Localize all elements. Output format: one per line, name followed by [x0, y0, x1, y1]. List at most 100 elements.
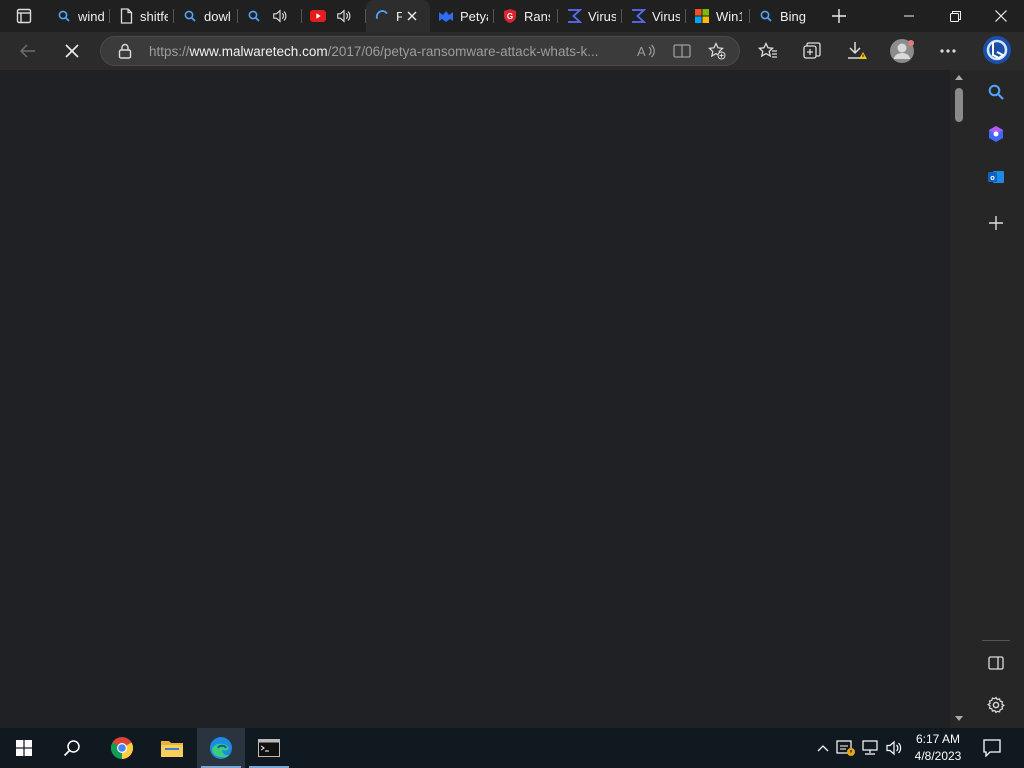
lock-icon[interactable] [118, 43, 132, 59]
tab-shitfe[interactable]: shitfe [110, 0, 174, 32]
clock-time: 6:17 AM [915, 732, 961, 746]
tab-petya[interactable]: Petya [430, 0, 494, 32]
speaker-icon[interactable] [272, 8, 288, 24]
collections-icon [803, 42, 821, 60]
svg-text:o: o [990, 173, 995, 182]
sidebar-settings-button[interactable] [980, 689, 1012, 721]
back-button[interactable] [12, 35, 44, 67]
notification-icon [983, 739, 1001, 757]
taskbar-edge[interactable] [197, 728, 245, 768]
bing-copilot-button[interactable] [980, 33, 1014, 67]
url-text[interactable]: https://www.malwaretech.com/2017/06/pety… [149, 44, 598, 59]
sigma-icon [630, 8, 646, 24]
start-button[interactable] [0, 728, 48, 768]
stop-loading-button[interactable] [56, 35, 88, 67]
tab-virus-2[interactable]: Virus [622, 0, 686, 32]
show-hidden-icons-button[interactable] [813, 738, 833, 758]
tab-label: Virus [652, 8, 680, 24]
tab-label: Virus [588, 8, 616, 24]
taskbar-file-explorer[interactable] [148, 728, 196, 768]
sigma-icon [566, 8, 582, 24]
sidebar-add-button[interactable] [980, 207, 1012, 239]
close-window-button[interactable] [978, 0, 1024, 32]
restore-icon [949, 10, 961, 22]
url-domain: www.malwaretech.com [189, 44, 328, 59]
taskbar-terminal[interactable] [245, 728, 293, 768]
scrollbar-thumb[interactable] [955, 88, 963, 122]
restore-button[interactable] [932, 0, 978, 32]
close-tab-icon[interactable] [404, 8, 420, 24]
sidebar-discover-button[interactable] [980, 118, 1012, 150]
taskbar-clock[interactable]: 6:17 AM 4/8/2023 [912, 731, 964, 765]
shield-icon: G [502, 8, 518, 24]
folder-icon [160, 738, 184, 758]
collections-button[interactable] [796, 35, 828, 67]
edge-icon [209, 736, 233, 760]
gear-icon [987, 696, 1005, 714]
plus-icon [832, 9, 846, 23]
tab-label: F [396, 8, 402, 24]
clock-date: 4/8/2023 [914, 749, 962, 763]
chrome-icon [110, 736, 134, 760]
minimize-button[interactable] [886, 0, 932, 32]
profile-button[interactable] [886, 35, 918, 67]
favorites-button[interactable] [752, 35, 784, 67]
sidebar-panel-icon [988, 656, 1004, 670]
page-content[interactable] [0, 70, 950, 728]
edge-sidebar: o [968, 70, 1024, 728]
favorites-star-icon [758, 42, 778, 60]
tab-rans[interactable]: G Rans [494, 0, 558, 32]
settings-more-button[interactable] [932, 35, 964, 67]
immersive-reader-icon[interactable] [673, 43, 691, 59]
search-icon [758, 8, 774, 24]
search-icon [182, 8, 198, 24]
copilot-icon [987, 125, 1005, 143]
tray-network[interactable] [860, 738, 880, 758]
svg-text:A: A [637, 44, 646, 59]
action-center-button[interactable] [981, 738, 1003, 758]
stop-icon [65, 44, 79, 58]
scroll-down-icon[interactable] [955, 716, 963, 722]
new-tab-button[interactable] [824, 0, 854, 32]
tab-label: dowl [204, 8, 231, 24]
tab-label: Win1 [716, 8, 742, 24]
tray-security-warning[interactable] [836, 738, 856, 758]
scroll-up-icon[interactable] [955, 74, 963, 80]
taskbar-search-button[interactable] [48, 728, 96, 768]
tab-wind[interactable]: wind [48, 0, 110, 32]
hide-sidebar-button[interactable] [980, 647, 1012, 679]
tab-bing[interactable]: Bing [750, 0, 814, 32]
add-favorite-icon[interactable] [708, 42, 726, 60]
tab-virus-1[interactable]: Virus [558, 0, 622, 32]
tab-win[interactable]: Win1 [686, 0, 750, 32]
back-arrow-icon [20, 44, 36, 58]
windows-icon [694, 8, 710, 24]
avatar [889, 38, 915, 64]
plus-icon [989, 216, 1003, 230]
tab-actions-button[interactable] [0, 0, 48, 32]
downloads-button[interactable] [841, 35, 873, 67]
more-icon [940, 49, 956, 53]
network-icon [861, 740, 879, 756]
search-icon [63, 739, 81, 757]
malwarebytes-icon [438, 8, 454, 24]
tab-active-loading[interactable]: F [366, 0, 430, 32]
chevron-up-icon [817, 744, 829, 752]
tab-dowl[interactable]: dowl [174, 0, 238, 32]
vertical-scrollbar[interactable] [950, 70, 968, 728]
tab-label: wind [78, 8, 105, 24]
speaker-icon[interactable] [336, 8, 352, 24]
tab-bar: wind shitfe dowl F Petya G Rans Virus [0, 0, 1024, 32]
read-aloud-icon[interactable]: A [637, 43, 655, 59]
address-bar[interactable]: https://www.malwaretech.com/2017/06/pety… [100, 36, 740, 66]
download-warning-icon [846, 41, 868, 61]
command-prompt-icon [258, 739, 280, 757]
taskbar-chrome[interactable] [98, 728, 146, 768]
url-prefix: https:// [149, 44, 190, 59]
sidebar-outlook-button[interactable]: o [980, 161, 1012, 193]
url-path: /2017/06/petya-ransomware-attack-whats-k… [327, 44, 599, 59]
sidebar-search-button[interactable] [980, 76, 1012, 108]
tray-volume[interactable] [884, 738, 904, 758]
tab-youtube[interactable] [302, 0, 366, 32]
tab-audio-search[interactable] [238, 0, 302, 32]
